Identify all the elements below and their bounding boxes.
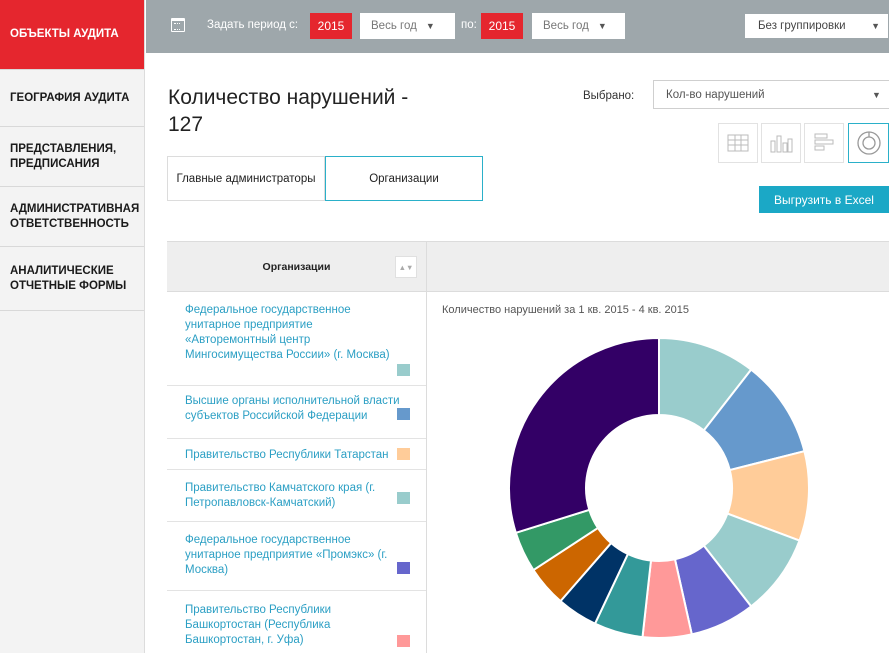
period-from-label: Задать период с: xyxy=(207,19,299,31)
organization-name: Правительство Республики Башкортостан (Р… xyxy=(185,604,332,646)
list-item[interactable]: Федеральное государственное унитарное пр… xyxy=(167,292,426,386)
sidebar-item-audit-objects[interactable]: ОБЪЕКТЫ АУДИТА xyxy=(0,0,144,70)
grouping-value: Без группировки xyxy=(758,20,846,32)
from-period-select[interactable]: Весь год ▼ xyxy=(360,13,455,39)
color-swatch xyxy=(397,448,410,460)
list-item[interactable]: Федеральное государственное унитарное пр… xyxy=(167,522,426,591)
tab-label: Организации xyxy=(369,172,439,185)
metric-select[interactable]: Кол-во нарушений ▼ xyxy=(653,80,889,109)
color-swatch xyxy=(397,562,410,574)
sidebar-item-label: ПРЕДСТАВЛЕНИЯ, ПРЕДПИСАНИЯ xyxy=(10,142,117,170)
organization-name: Федеральное государственное унитарное пр… xyxy=(185,304,390,361)
column-header-label: Организации xyxy=(262,261,331,273)
sidebar-item-label: ОБЪЕКТЫ АУДИТА xyxy=(10,28,119,40)
color-swatch xyxy=(397,635,410,647)
donut-chart-view-button[interactable] xyxy=(848,123,889,163)
sidebar-item-representations[interactable]: ПРЕДСТАВЛЕНИЯ, ПРЕДПИСАНИЯ xyxy=(0,127,144,187)
bar-chart-icon xyxy=(770,135,793,153)
tab-organizations[interactable]: Организации xyxy=(325,156,483,201)
color-swatch xyxy=(397,364,410,376)
sidebar-item-label: ГЕОГРАФИЯ АУДИТА xyxy=(10,91,130,104)
sidebar-item-administrative-liability[interactable]: АДМИНИСТРАТИВНАЯ ОТВЕТСТВЕННОСТЬ xyxy=(0,187,144,247)
to-period-value: Весь год xyxy=(543,20,589,32)
calendar-icon[interactable] xyxy=(171,18,185,32)
organization-name: Высшие органы исполнительной власти субъ… xyxy=(185,395,400,422)
list-item[interactable]: Правительство Республики Башкортостан (Р… xyxy=(167,591,426,653)
list-item[interactable]: Правительство Республики Татарстан xyxy=(167,439,426,470)
sidebar-item-audit-geography[interactable]: ГЕОГРАФИЯ АУДИТА xyxy=(0,70,144,127)
organization-name: Правительство Республики Татарстан xyxy=(185,449,389,461)
grouping-select[interactable]: Без группировки ▼ xyxy=(744,13,889,39)
from-year-value: 2015 xyxy=(317,19,345,33)
chevron-down-icon: ▼ xyxy=(597,21,607,31)
color-swatch xyxy=(397,492,410,504)
donut-chart xyxy=(508,336,810,639)
organization-name: Правительство Камчатского края (г. Петро… xyxy=(185,482,376,509)
selected-label: Выбрано: xyxy=(583,90,635,102)
page-title: Количество нарушений - 127 xyxy=(168,86,409,136)
sort-icon[interactable]: ▲▼ xyxy=(395,256,417,278)
table-header: Организации ▲▼ xyxy=(167,241,889,292)
horizontal-bar-view-button[interactable] xyxy=(804,123,844,163)
organization-name: Федеральное государственное унитарное пр… xyxy=(185,534,388,576)
metric-value: Кол-во нарушений xyxy=(666,88,765,101)
organization-list: Федеральное государственное унитарное пр… xyxy=(167,292,427,653)
sidebar-item-analytic-forms[interactable]: АНАЛИТИЧЕСКИЕ ОТЧЕТНЫЕ ФОРМЫ xyxy=(0,247,144,311)
chevron-down-icon: ▼ xyxy=(872,89,881,100)
pie-slice-11[interactable] xyxy=(508,336,660,535)
to-year-select[interactable]: 2015 xyxy=(481,13,523,39)
from-year-select[interactable]: 2015 xyxy=(310,13,352,39)
sidebar-item-label: АДМИНИСТРАТИВНАЯ ОТВЕТСТВЕННОСТЬ xyxy=(10,202,140,230)
period-toolbar: Задать период с: 2015 Весь год ▼ по: 2015… xyxy=(146,0,889,53)
list-item[interactable]: Высшие органы исполнительной власти субъ… xyxy=(167,386,426,439)
list-item[interactable]: Правительство Камчатского края (г. Петро… xyxy=(167,470,426,522)
tab-label: Главные администраторы xyxy=(176,172,316,185)
bar-chart-view-button[interactable] xyxy=(761,123,801,163)
from-period-value: Весь год xyxy=(371,20,417,32)
column-header-organizations[interactable]: Организации ▲▼ xyxy=(167,242,427,292)
to-period-select[interactable]: Весь год ▼ xyxy=(532,13,625,39)
tab-main-administrators[interactable]: Главные администраторы xyxy=(167,156,325,201)
period-to-label: по: xyxy=(461,19,477,31)
sidebar: ОБЪЕКТЫ АУДИТА ГЕОГРАФИЯ АУДИТА ПРЕДСТАВ… xyxy=(0,0,145,653)
table-view-icon xyxy=(727,134,749,152)
chevron-down-icon: ▼ xyxy=(871,21,880,31)
chevron-down-icon: ▼ xyxy=(425,21,435,31)
color-swatch xyxy=(397,408,410,420)
export-excel-button[interactable]: Выгрузить в Excel xyxy=(759,186,889,213)
sidebar-item-label: АНАЛИТИЧЕСКИЕ ОТЧЕТНЫЕ ФОРМЫ xyxy=(10,264,127,292)
donut-chart-icon xyxy=(856,131,881,155)
horizontal-bar-icon xyxy=(814,133,834,151)
to-year-value: 2015 xyxy=(488,19,516,33)
table-view-button[interactable] xyxy=(718,123,758,163)
